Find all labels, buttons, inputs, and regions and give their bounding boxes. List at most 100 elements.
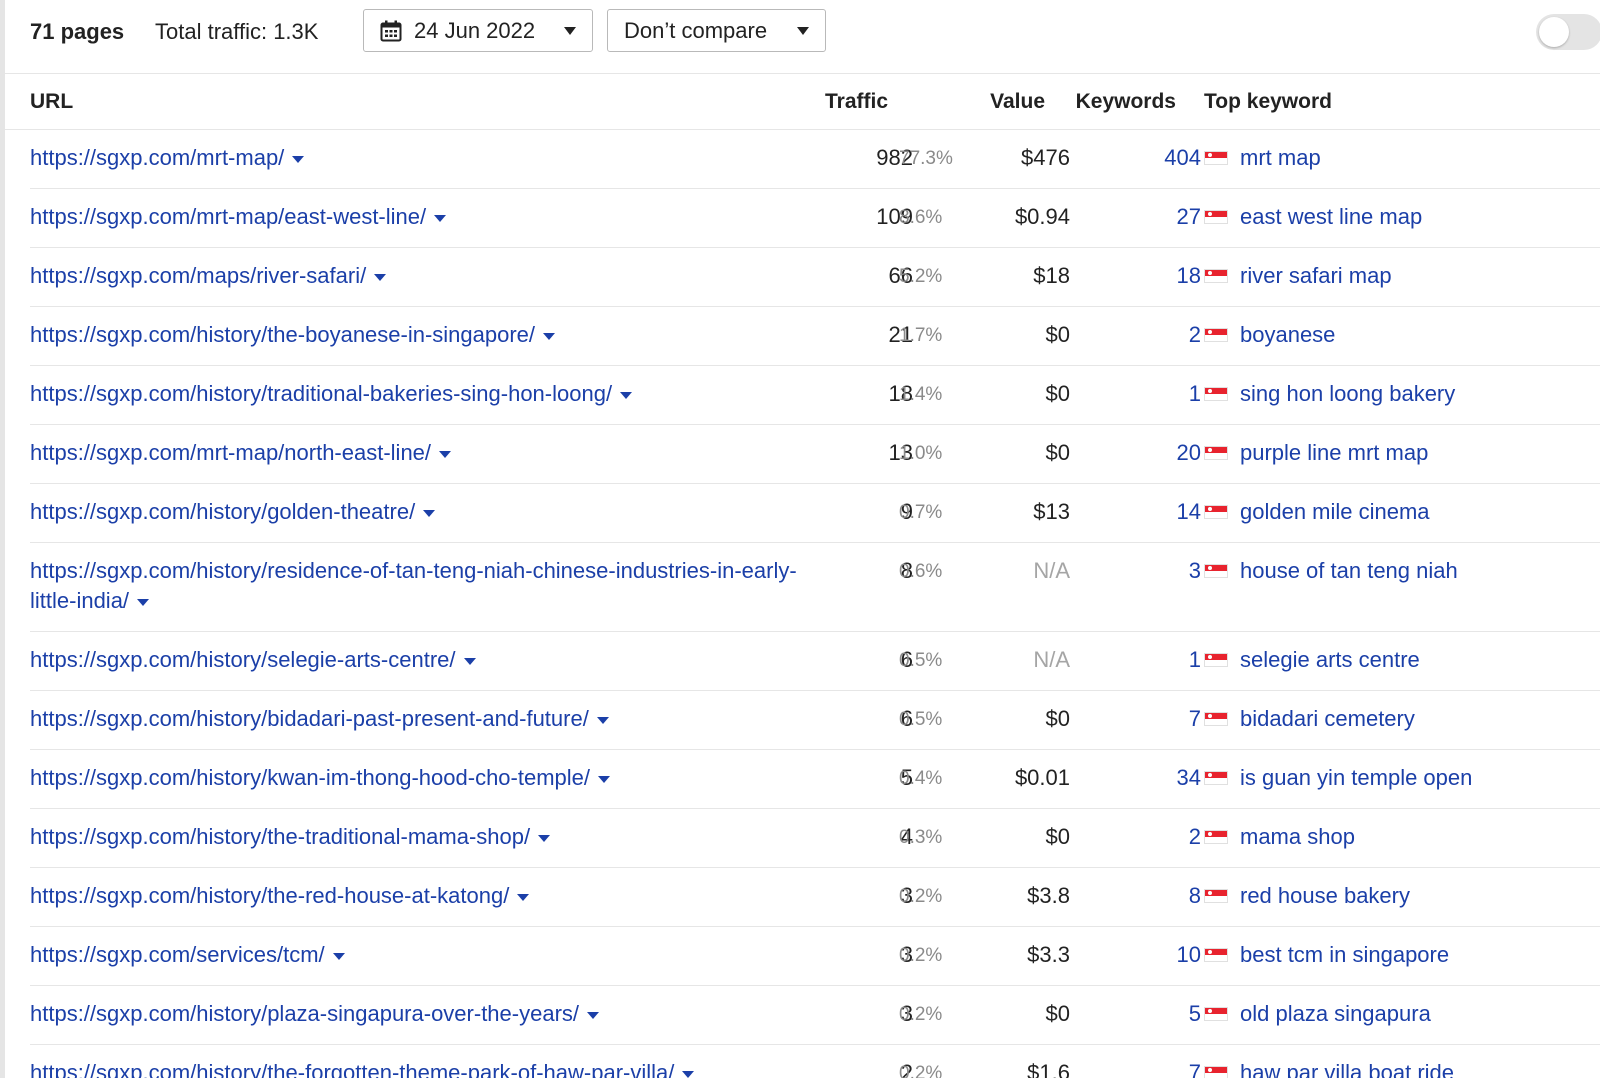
page-url-link[interactable]: https://sgxp.com/mrt-map/ bbox=[30, 145, 284, 170]
caret-down-icon[interactable] bbox=[423, 509, 436, 517]
date-picker-dropdown[interactable]: 24 Jun 2022 bbox=[363, 9, 593, 52]
column-header-top-keyword[interactable]: Top keyword bbox=[1204, 90, 1332, 114]
singapore-flag-icon bbox=[1204, 387, 1228, 401]
column-header-url[interactable]: URL bbox=[30, 90, 73, 114]
caret-down-icon[interactable] bbox=[598, 775, 611, 783]
page-url-link[interactable]: https://sgxp.com/history/traditional-bak… bbox=[30, 381, 612, 406]
compare-dropdown[interactable]: Don’t compare bbox=[607, 9, 826, 52]
page-url-link[interactable]: https://sgxp.com/mrt-map/north-east-line… bbox=[30, 440, 431, 465]
traffic-share: 0.6% bbox=[899, 561, 943, 582]
top-keyword-link[interactable]: mama shop bbox=[1240, 822, 1355, 852]
top-keyword-link[interactable]: bidadari cemetery bbox=[1240, 704, 1415, 734]
column-header-keywords[interactable]: Keywords bbox=[1076, 90, 1176, 114]
singapore-flag-icon bbox=[1204, 269, 1228, 283]
keywords-count-link[interactable]: 7 bbox=[1189, 1058, 1201, 1078]
table-row: https://sgxp.com/history/the-boyanese-in… bbox=[30, 307, 1600, 366]
column-header-traffic[interactable]: Traffic bbox=[825, 90, 888, 114]
keywords-count-link[interactable]: 27 bbox=[1177, 202, 1201, 232]
keywords-count-link[interactable]: 10 bbox=[1177, 940, 1201, 970]
caret-down-icon[interactable] bbox=[682, 1070, 695, 1078]
caret-down-icon[interactable] bbox=[374, 273, 387, 281]
url-cell: https://sgxp.com/history/the-red-house-a… bbox=[30, 881, 810, 911]
keywords-count-link[interactable]: 2 bbox=[1189, 320, 1201, 350]
traffic-value-usd: $18 bbox=[1033, 263, 1070, 288]
keywords-count-link[interactable]: 20 bbox=[1177, 438, 1201, 468]
caret-down-icon[interactable] bbox=[463, 657, 476, 665]
page-url-link[interactable]: https://sgxp.com/history/plaza-singapura… bbox=[30, 1001, 579, 1026]
table-header: URL Traffic Value Keywords Top keyword bbox=[5, 74, 1600, 130]
traffic-share: 8.6% bbox=[899, 207, 943, 228]
page-url-link[interactable]: https://sgxp.com/history/golden-theatre/ bbox=[30, 499, 415, 524]
singapore-flag-icon bbox=[1204, 948, 1228, 962]
singapore-flag-icon bbox=[1204, 210, 1228, 224]
caret-down-icon bbox=[797, 27, 809, 35]
settings-toggle[interactable] bbox=[1536, 14, 1600, 50]
keywords-count-link[interactable]: 18 bbox=[1177, 261, 1201, 291]
keywords-count-link[interactable]: 8 bbox=[1189, 881, 1201, 911]
singapore-flag-icon bbox=[1204, 653, 1228, 667]
caret-down-icon[interactable] bbox=[596, 716, 609, 724]
caret-down-icon[interactable] bbox=[587, 1011, 600, 1019]
url-cell: https://sgxp.com/history/plaza-singapura… bbox=[30, 999, 810, 1029]
caret-down-icon[interactable] bbox=[517, 893, 530, 901]
keywords-count-link[interactable]: 1 bbox=[1189, 645, 1201, 675]
traffic-share: 0.5% bbox=[899, 650, 943, 671]
keywords-count-link[interactable]: 7 bbox=[1189, 704, 1201, 734]
traffic-value-usd: $13 bbox=[1033, 499, 1070, 524]
top-keyword-link[interactable]: golden mile cinema bbox=[1240, 497, 1430, 527]
top-keyword-link[interactable]: haw par villa boat ride bbox=[1240, 1058, 1454, 1078]
page-url-link[interactable]: https://sgxp.com/services/tcm/ bbox=[30, 942, 325, 967]
top-keyword-link[interactable]: east west line map bbox=[1240, 202, 1422, 232]
top-keyword-link[interactable]: red house bakery bbox=[1240, 881, 1410, 911]
page-url-link[interactable]: https://sgxp.com/history/the-red-house-a… bbox=[30, 883, 509, 908]
singapore-flag-icon bbox=[1204, 1066, 1228, 1078]
caret-down-icon[interactable] bbox=[137, 598, 150, 606]
traffic-value-usd: $3.3 bbox=[1027, 942, 1070, 967]
page-url-link[interactable]: https://sgxp.com/history/the-forgotten-t… bbox=[30, 1060, 674, 1078]
caret-down-icon[interactable] bbox=[292, 155, 305, 163]
table-row: https://sgxp.com/history/the-red-house-a… bbox=[30, 868, 1600, 927]
date-value: 24 Jun 2022 bbox=[414, 17, 536, 43]
keywords-count-link[interactable]: 3 bbox=[1189, 556, 1201, 586]
caret-down-icon[interactable] bbox=[620, 391, 633, 399]
page-url-link[interactable]: https://sgxp.com/mrt-map/east-west-line/ bbox=[30, 204, 426, 229]
caret-down-icon[interactable] bbox=[439, 450, 452, 458]
top-keyword-link[interactable]: sing hon loong bakery bbox=[1240, 379, 1455, 409]
page-url-link[interactable]: https://sgxp.com/history/selegie-arts-ce… bbox=[30, 647, 456, 672]
caret-down-icon[interactable] bbox=[543, 332, 556, 340]
column-header-value[interactable]: Value bbox=[990, 90, 1045, 114]
traffic-value-usd: $0 bbox=[1045, 1001, 1070, 1026]
table-row: https://sgxp.com/history/plaza-singapura… bbox=[30, 986, 1600, 1045]
url-cell: https://sgxp.com/history/the-forgotten-t… bbox=[30, 1058, 810, 1078]
top-keyword-link[interactable]: river safari map bbox=[1240, 261, 1392, 291]
keywords-count-link[interactable]: 5 bbox=[1189, 999, 1201, 1029]
keywords-count-link[interactable]: 34 bbox=[1177, 763, 1201, 793]
page-url-link[interactable]: https://sgxp.com/history/the-traditional… bbox=[30, 824, 530, 849]
keywords-count-link[interactable]: 14 bbox=[1177, 497, 1201, 527]
top-keyword-link[interactable]: house of tan teng niah bbox=[1240, 556, 1458, 586]
top-keyword-link[interactable]: best tcm in singapore bbox=[1240, 940, 1449, 970]
top-keyword-link[interactable]: purple line mrt map bbox=[1240, 438, 1428, 468]
top-keyword-link[interactable]: selegie arts centre bbox=[1240, 645, 1420, 675]
url-cell: https://sgxp.com/maps/river-safari/ bbox=[30, 261, 810, 291]
traffic-value-usd: $476 bbox=[1021, 145, 1070, 170]
top-keyword-link[interactable]: mrt map bbox=[1240, 143, 1321, 173]
traffic-value-usd: N/A bbox=[1033, 647, 1070, 672]
keywords-count-link[interactable]: 404 bbox=[1164, 143, 1201, 173]
keywords-count-link[interactable]: 1 bbox=[1189, 379, 1201, 409]
top-keyword-link[interactable]: is guan yin temple open bbox=[1240, 763, 1472, 793]
top-keyword-link[interactable]: boyanese bbox=[1240, 320, 1335, 350]
caret-down-icon[interactable] bbox=[538, 834, 551, 842]
table-row: https://sgxp.com/services/tcm/3 0.2% $3.3 1… bbox=[30, 927, 1600, 986]
url-cell: https://sgxp.com/history/the-traditional… bbox=[30, 822, 810, 852]
page-url-link[interactable]: https://sgxp.com/history/bidadari-past-p… bbox=[30, 706, 589, 731]
page-url-link[interactable]: https://sgxp.com/history/kwan-im-thong-h… bbox=[30, 765, 590, 790]
caret-down-icon[interactable] bbox=[332, 952, 345, 960]
url-cell: https://sgxp.com/history/golden-theatre/ bbox=[30, 497, 810, 527]
top-keyword-link[interactable]: old plaza singapura bbox=[1240, 999, 1431, 1029]
table-row: https://sgxp.com/maps/river-safari/66 5.2… bbox=[30, 248, 1600, 307]
keywords-count-link[interactable]: 2 bbox=[1189, 822, 1201, 852]
page-url-link[interactable]: https://sgxp.com/maps/river-safari/ bbox=[30, 263, 366, 288]
caret-down-icon[interactable] bbox=[434, 214, 447, 222]
page-url-link[interactable]: https://sgxp.com/history/the-boyanese-in… bbox=[30, 322, 535, 347]
